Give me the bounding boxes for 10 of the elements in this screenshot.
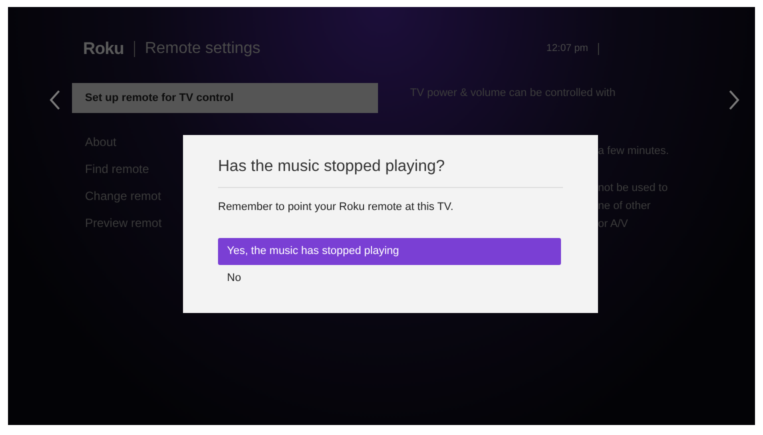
dialog-message: Remember to point your Roku remote at this TV. <box>218 200 454 215</box>
page-title: Remote settings <box>144 38 260 58</box>
option-button[interactable]: No <box>218 264 561 292</box>
chevron-right-icon[interactable] <box>728 89 740 111</box>
menu-item[interactable]: Set up remote for TV control <box>72 83 378 113</box>
chevron-left-icon[interactable] <box>49 89 61 111</box>
logo: Roku <box>83 38 124 60</box>
clock: 12:07 pm <box>546 42 588 56</box>
option-button[interactable]: Yes, the music has stopped playing <box>218 238 561 264</box>
dialog-title: Has the music stopped playing? <box>218 155 563 188</box>
